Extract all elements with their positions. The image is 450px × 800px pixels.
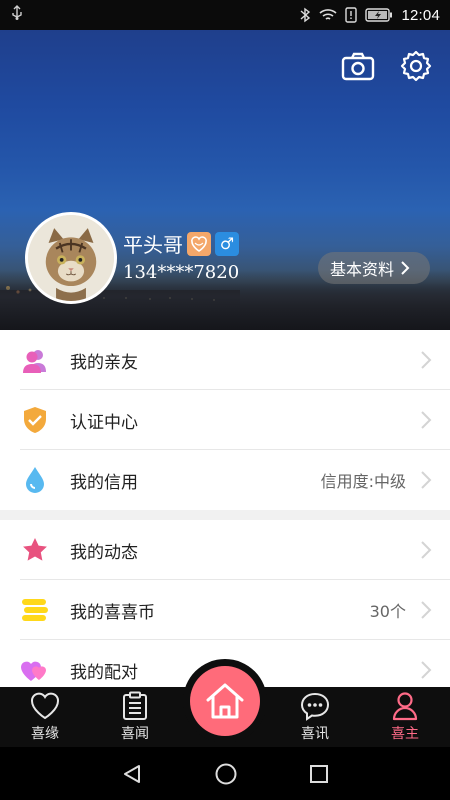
menu-item-coins[interactable]: 我的喜喜币 30个	[0, 580, 450, 640]
tab-label: 喜缘	[31, 726, 59, 742]
coins-icon	[20, 595, 50, 625]
hearts-icon	[20, 655, 50, 685]
center-home-button[interactable]	[190, 666, 260, 736]
gender-male-icon: ♂	[215, 231, 239, 256]
heart-badge-icon	[187, 231, 211, 256]
chevron-right-icon	[421, 661, 432, 679]
menu-item-credit[interactable]: 我的信用 信用度:中级	[0, 450, 450, 510]
menu-item-label: 我的信用	[70, 472, 138, 493]
usb-icon	[10, 5, 24, 25]
chevron-right-icon	[421, 351, 432, 369]
shield-check-icon	[20, 405, 50, 435]
menu-item-label: 我的亲友	[70, 352, 138, 373]
clipboard-icon	[123, 691, 147, 720]
tab-xiyuan[interactable]: 喜缘	[0, 687, 90, 747]
status-bar: 12:04	[0, 0, 450, 30]
friends-icon	[20, 345, 50, 375]
basic-profile-label: 基本资料	[330, 260, 395, 279]
tab-xiwen[interactable]: 喜闻	[90, 687, 180, 747]
tab-xixun[interactable]: 喜讯	[270, 687, 360, 747]
menu-item-certification[interactable]: 认证中心	[0, 390, 450, 450]
chevron-right-icon	[421, 541, 432, 559]
settings-button[interactable]	[398, 48, 434, 84]
system-nav-bar	[0, 747, 450, 800]
battery-charging-icon	[365, 8, 393, 22]
recents-square-icon[interactable]	[309, 764, 329, 784]
tab-xizhu[interactable]: 喜主	[360, 687, 450, 747]
user-icon	[392, 692, 418, 721]
cat-avatar-image	[28, 215, 114, 301]
menu-item-label: 我的喜喜币	[70, 602, 155, 623]
wifi-icon	[319, 8, 337, 22]
tab-label: 喜讯	[301, 726, 329, 742]
menu-group-1: 我的亲友 认证中心 我的信用 信用度:中级	[0, 330, 450, 510]
chevron-right-icon	[421, 601, 432, 619]
drop-icon	[20, 465, 50, 495]
heart-outline-icon	[31, 692, 59, 720]
user-name: 平头哥	[123, 233, 183, 257]
user-phone: 134****7820	[123, 262, 240, 283]
sim-alert-icon	[345, 7, 358, 23]
clock: 12:04	[401, 6, 440, 24]
settings-gear-icon	[400, 50, 432, 82]
group-separator	[0, 510, 450, 520]
menu-item-label: 认证中心	[70, 412, 138, 433]
camera-button[interactable]	[340, 48, 376, 84]
home-circle-icon[interactable]	[214, 762, 238, 786]
chevron-right-icon	[421, 411, 432, 429]
tab-label: 喜闻	[121, 726, 149, 742]
chevron-right-icon	[421, 471, 432, 489]
coins-count-value: 30个	[369, 602, 406, 621]
menu-item-friends[interactable]: 我的亲友	[0, 330, 450, 390]
basic-profile-button[interactable]: 基本资料	[318, 252, 430, 284]
chevron-right-icon	[401, 261, 410, 275]
home-icon	[206, 683, 244, 719]
camera-icon	[341, 52, 375, 81]
avatar[interactable]	[25, 212, 117, 304]
user-name-row: 平头哥 ♂	[123, 229, 239, 258]
menu-list: 我的亲友 认证中心 我的信用 信用度:中级 我的动态 我的喜喜币 30个 我的配…	[0, 330, 450, 700]
tab-label: 喜主	[391, 726, 419, 742]
profile-header: 平头哥 ♂ 134****7820 基本资料	[0, 30, 450, 330]
credit-level-value: 信用度:中级	[320, 472, 406, 491]
back-triangle-icon[interactable]	[121, 763, 143, 785]
bluetooth-icon	[299, 7, 311, 23]
menu-item-moments[interactable]: 我的动态	[0, 520, 450, 580]
star-icon	[20, 535, 50, 565]
menu-item-label: 我的动态	[70, 542, 138, 563]
chat-bubble-icon	[300, 692, 330, 721]
